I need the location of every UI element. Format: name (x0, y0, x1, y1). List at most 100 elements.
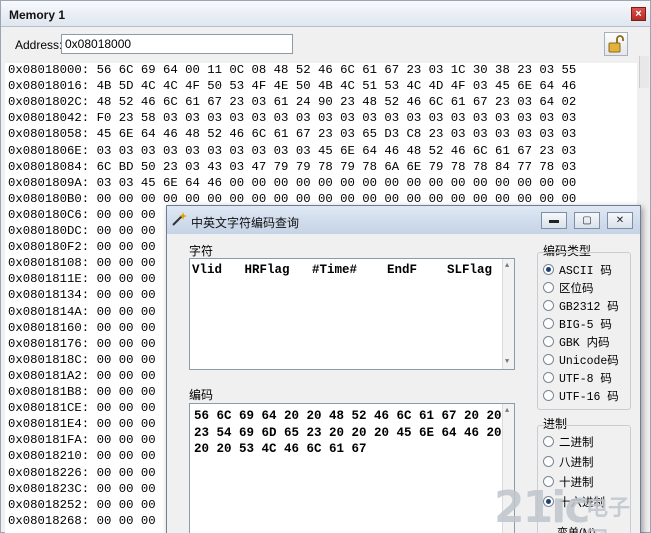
memory-bytes: 00 00 00 (96, 256, 156, 271)
memory-row: 0x08018210: 00 00 00 (8, 449, 156, 465)
memory-row: 0x0801823C: 00 00 00 (8, 482, 156, 498)
memory-address: 0x0801818C: (8, 352, 90, 367)
radio-button[interactable] (543, 372, 554, 383)
chars-scrollbar[interactable]: ▲ ▼ (502, 259, 514, 369)
radio-button[interactable] (543, 336, 554, 347)
memory-bytes: 00 00 00 (96, 465, 156, 480)
memory-address: 0x0801802C: (8, 95, 90, 110)
memory-bytes: 00 00 00 (96, 320, 156, 335)
memory-bytes: 00 00 00 (96, 401, 156, 416)
memory-address: 0x0801814A: (8, 304, 90, 319)
memory-address: 0x08018058: (8, 127, 90, 142)
chars-label: 字符 (189, 244, 214, 258)
memory-bytes: 4B 5D 4C 4C 4F 50 53 4F 4E 50 4B 4C 51 5… (96, 79, 577, 94)
memory-row: 0x08018108: 00 00 00 (8, 256, 156, 272)
radix-option-label: 二进制 (559, 437, 594, 450)
memory-bytes: 03 03 45 6E 64 46 00 00 00 00 00 00 00 0… (96, 175, 577, 190)
encoding-option-label: GB2312 码 (559, 301, 619, 314)
memory-row: 0x0801814A: 00 00 00 (8, 305, 156, 321)
memory-address: 0x080181E4: (8, 417, 90, 432)
memory-address: 0x0801809A: (8, 175, 90, 190)
minimize-button[interactable]: ▬ (541, 212, 567, 229)
dialog-title: 中英文字符编码查询 (191, 216, 300, 230)
memory-bytes: 00 00 00 (96, 240, 156, 255)
memory-address: 0x0801811E: (8, 272, 90, 287)
memory-address: 0x080181CE: (8, 401, 90, 416)
encoding-option-label: ASCII 码 (559, 265, 612, 278)
memory-row: 0x08018016: 4B 5D 4C 4C 4F 50 53 4F 4E 5… (8, 79, 576, 95)
memory-address: 0x08018084: (8, 159, 90, 174)
memory-row: 0x08018160: 00 00 00 (8, 321, 156, 337)
lock-button[interactable] (604, 32, 628, 56)
watermark-logo: 21ic 电子网 (494, 482, 650, 533)
memory-titlebar: Memory 1 × (1, 1, 650, 27)
memory-address: 0x0801823C: (8, 481, 90, 496)
maximize-button[interactable]: ▢ (574, 212, 600, 229)
radio-button[interactable] (543, 354, 554, 365)
hex-label: 编码 (189, 388, 214, 402)
memory-address: 0x08018176: (8, 336, 90, 351)
memory-row: 0x08018042: F0 23 58 03 03 03 03 03 03 0… (8, 111, 576, 127)
memory-address: 0x08018210: (8, 449, 90, 464)
watermark-text: 21ic (494, 482, 590, 533)
memory-address: 0x080181FA: (8, 433, 90, 448)
memory-row: 0x08018134: 00 00 00 (8, 288, 156, 304)
encoding-option-label: Unicode码 (559, 355, 619, 368)
memory-row: 0x08018176: 00 00 00 (8, 337, 156, 353)
memory-row: 0x0801818C: 00 00 00 (8, 353, 156, 369)
memory-row: 0x0801802C: 48 52 46 6C 61 67 23 03 61 2… (8, 95, 576, 111)
memory-row: 0x080180C6: 00 00 00 (8, 208, 156, 224)
memory-address: 0x08018134: (8, 288, 90, 303)
memory-bytes: 00 00 00 (96, 513, 156, 528)
unlock-icon (608, 35, 624, 53)
memory-row: 0x08018058: 45 6E 64 46 48 52 46 6C 61 6… (8, 127, 576, 143)
memory-address: 0x080180DC: (8, 224, 90, 238)
memory-bytes: 00 00 00 (96, 336, 156, 351)
memory-address: 0x080181A2: (8, 368, 90, 383)
dialog-titlebar: 中英文字符编码查询 ▬ ▢ ✕ (167, 206, 640, 234)
memory-bytes: 00 00 00 (96, 368, 156, 383)
memory-bytes: 00 00 00 (96, 304, 156, 319)
memory-row: 0x08018084: 6C BD 50 23 03 43 03 47 79 7… (8, 160, 576, 176)
chars-textbox[interactable]: Vlid HRFlag #Time# EndF SLFlag ▲ ▼ (189, 258, 515, 370)
magic-wand-icon (172, 212, 187, 226)
radio-button[interactable] (543, 264, 554, 275)
memory-row: 0x0801809A: 03 03 45 6E 64 46 00 00 00 0… (8, 176, 576, 192)
memory-bytes: 00 00 00 (96, 385, 156, 399)
memory-row: 0x080181B8: 00 00 00 (8, 385, 156, 401)
hex-textbox[interactable]: 56 6C 69 64 20 20 48 52 46 6C 61 67 20 2… (189, 403, 515, 533)
radio-button[interactable] (543, 318, 554, 329)
radio-button[interactable] (543, 300, 554, 311)
memory-bytes: 56 6C 69 64 00 11 0C 08 48 52 46 6C 61 6… (96, 63, 577, 77)
memory-row: 0x080180F2: 00 00 00 (8, 240, 156, 256)
radio-button[interactable] (543, 390, 554, 401)
memory-bytes: 00 00 00 (96, 352, 156, 367)
radio-button[interactable] (543, 456, 554, 467)
memory-row: 0x080181FA: 00 00 00 (8, 433, 156, 449)
encoding-option-label: 区位码 (559, 283, 594, 296)
toolbar-scrollbar[interactable] (639, 56, 649, 88)
memory-row: 0x0801806E: 03 03 03 03 03 03 03 03 03 0… (8, 144, 576, 160)
memory-bytes: 00 00 00 (96, 433, 156, 448)
scroll-up-icon: ▲ (505, 407, 510, 415)
encoding-option-label: GBK 内码 (559, 337, 610, 350)
memory-bytes: F0 23 58 03 03 03 03 03 03 03 03 03 03 0… (96, 111, 577, 126)
memory-bytes: 03 03 03 03 03 03 03 03 03 03 45 6E 64 4… (96, 143, 577, 158)
memory-address: 0x08018016: (8, 79, 90, 94)
memory-row: 0x08018226: 00 00 00 (8, 466, 156, 482)
address-input[interactable]: 0x08018000 (61, 34, 293, 54)
memory-address: 0x08018226: (8, 465, 90, 480)
memory-address: 0x08018108: (8, 256, 90, 271)
memory-bytes: 48 52 46 6C 61 67 23 03 61 24 90 23 48 5… (96, 95, 577, 110)
dialog-close-button[interactable]: ✕ (607, 212, 633, 229)
memory-bytes: 00 00 00 00 00 00 00 00 00 00 00 00 00 0… (96, 191, 577, 206)
scroll-up-icon: ▲ (505, 262, 510, 270)
memory-address: 0x080180C6: (8, 207, 90, 222)
memory-row: 0x08018252: 00 00 00 (8, 498, 156, 514)
radio-button[interactable] (543, 436, 554, 447)
memory-bytes: 00 00 00 (96, 224, 156, 238)
memory-address: 0x0801806E: (8, 143, 90, 158)
memory-address: 0x080181B8: (8, 385, 90, 399)
radio-button[interactable] (543, 282, 554, 293)
close-button[interactable]: × (631, 7, 646, 21)
